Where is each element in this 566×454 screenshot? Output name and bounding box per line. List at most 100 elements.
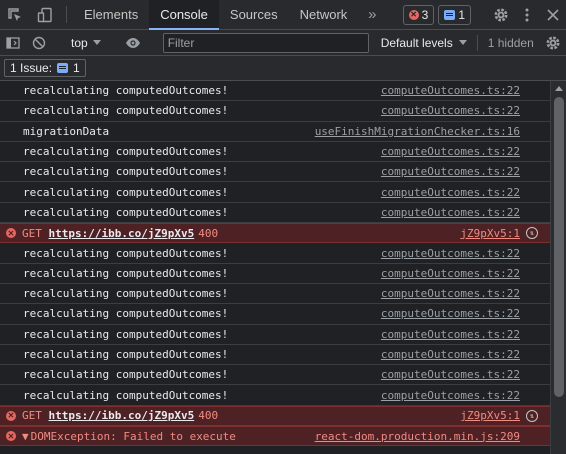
log-message: recalculating computedOutcomes! [23,185,229,199]
error-count: 3 [421,7,429,22]
devtools-tabbar: Elements Console Sources Network » ✕ 3 1 [0,0,566,30]
log-row[interactable]: recalculating computedOutcomes! computeOu… [0,345,550,366]
error-row[interactable]: ✕ ▼ DOMException: Failed to execute react-d… [0,426,550,447]
source-link[interactable]: computeOutcomes.ts:22 [381,84,520,97]
filter-input[interactable]: Filter [162,32,369,53]
source-link[interactable]: computeOutcomes.ts:22 [381,307,520,320]
more-tabs-chevron-icon[interactable]: » [358,0,386,29]
close-icon[interactable] [540,0,566,30]
error-row[interactable]: ✕ GET https://ibb.co/jZ9pXv5 400 jZ9pXv5:1 ⇅ [0,223,550,244]
network-icon[interactable]: ⇅ [526,409,538,422]
tab-sources[interactable]: Sources [219,0,289,29]
log-row[interactable]: recalculating computedOutcomes! computeOu… [0,162,550,183]
log-message: migrationData [23,124,110,138]
issues-label: 1 Issue: [10,61,53,75]
log-scrollbar[interactable] [550,81,566,454]
chevron-down-icon [92,40,101,45]
tabbar-right: ✕ 3 1 [402,0,566,30]
scrollbar-thumb[interactable] [554,97,564,397]
issues-count: 1 [73,61,80,75]
source-link[interactable]: computeOutcomes.ts:22 [381,368,520,381]
network-icon[interactable]: ⇅ [526,227,538,240]
request-url-link[interactable]: https://ibb.co/jZ9pXv5 [49,409,195,422]
log-row[interactable]: recalculating computedOutcomes! computeOu… [0,284,550,305]
log-message: recalculating computedOutcomes! [23,145,229,159]
device-toggle-icon[interactable] [30,0,60,29]
error-row[interactable]: ✕ GET https://ibb.co/jZ9pXv5 400 jZ9pXv5:1 ⇅ [0,405,550,427]
source-link[interactable]: computeOutcomes.ts:22 [381,328,520,341]
log-row[interactable]: recalculating computedOutcomes! computeOu… [0,81,550,102]
source-link[interactable]: react-dom.production.min.js:209 [315,430,520,443]
info-icon [57,63,69,73]
request-method: GET [22,226,42,240]
source-link[interactable]: useFinishMigrationChecker.ts:16 [315,125,520,138]
tabbar-separator [66,6,67,23]
source-link[interactable]: computeOutcomes.ts:22 [381,104,520,117]
context-label: top [71,35,88,50]
hidden-messages-count: 1 hidden [487,35,534,50]
log-message: recalculating computedOutcomes! [23,287,229,301]
log-row[interactable]: recalculating computedOutcomes! computeOu… [0,182,550,203]
sidebar-icon[interactable] [0,30,26,56]
expand-triangle-icon[interactable]: ▼ [22,430,29,443]
source-link[interactable]: computeOutcomes.ts:22 [381,247,520,260]
log-levels-dropdown[interactable]: Default levels [377,36,471,50]
log-row[interactable]: recalculating computedOutcomes! computeOu… [0,243,550,264]
tab-network[interactable]: Network [289,0,359,29]
log-row[interactable]: recalculating computedOutcomes! computeOu… [0,365,550,386]
issues-button[interactable]: 1 Issue: 1 [4,59,86,77]
source-link[interactable]: computeOutcomes.ts:22 [381,145,520,158]
kebab-menu-icon[interactable] [514,0,540,30]
source-link[interactable]: computeOutcomes.ts:22 [381,348,520,361]
log-row[interactable]: recalculating computedOutcomes! computeOu… [0,142,550,163]
source-link[interactable]: jZ9pXv5:1 [460,409,520,422]
source-link[interactable]: computeOutcomes.ts:22 [381,165,520,178]
context-selector[interactable]: top [65,36,107,50]
gear-icon[interactable] [540,30,566,56]
log-row[interactable]: recalculating computedOutcomes! computeOu… [0,304,550,325]
log-message: recalculating computedOutcomes! [23,348,229,361]
log-row[interactable]: migrationData useFinishMigrationChecker.t… [0,122,550,142]
request-url-link[interactable]: https://ibb.co/jZ9pXv5 [49,227,195,240]
log-message: recalculating computedOutcomes! [23,84,229,98]
info-icon [444,9,456,20]
chevron-down-icon [458,40,467,45]
source-link[interactable]: jZ9pXv5:1 [460,227,520,240]
log-row[interactable]: recalculating computedOutcomes! computeOu… [0,101,550,122]
message-count-badge[interactable]: 1 [438,4,471,25]
eye-icon[interactable] [120,30,146,56]
error-count-badge[interactable]: ✕ 3 [402,4,435,25]
log-message: recalculating computedOutcomes! [23,368,229,382]
error-icon: ✕ [408,9,419,20]
log-message: recalculating computedOutcomes! [23,104,229,118]
tab-console[interactable]: Console [149,0,219,30]
issues-bar: 1 Issue: 1 [0,56,566,81]
inspect-icon[interactable] [0,0,30,29]
log-message: recalculating computedOutcomes! [23,165,229,179]
error-message: ▼ DOMException: Failed to execute [22,430,315,443]
request-method: GET [22,409,42,423]
console-log: recalculating computedOutcomes! computeOu… [0,81,550,454]
scroll-up-icon[interactable] [551,81,566,95]
source-link[interactable]: computeOutcomes.ts:22 [381,389,520,402]
exception-text: DOMException: Failed to execute [30,429,236,443]
log-message: recalculating computedOutcomes! [23,307,229,321]
log-message: recalculating computedOutcomes! [23,205,229,219]
status-code: 400 [198,226,219,240]
console-toolbar: top Filter Default levels 1 hidden [0,30,566,56]
log-levels-label: Default levels [380,35,453,50]
log-row[interactable]: recalculating computedOutcomes! computeOu… [0,203,550,224]
log-row[interactable]: recalculating computedOutcomes! computeOu… [0,264,550,284]
log-message: recalculating computedOutcomes! [23,266,229,280]
source-link[interactable]: computeOutcomes.ts:22 [381,186,520,199]
clear-console-icon[interactable] [26,30,52,56]
source-link[interactable]: computeOutcomes.ts:22 [381,287,520,300]
source-link[interactable]: computeOutcomes.ts:22 [381,267,520,280]
log-message: recalculating computedOutcomes! [23,327,229,341]
log-row[interactable]: recalculating computedOutcomes! computeOu… [0,325,550,345]
tab-elements[interactable]: Elements [73,0,149,29]
status-code: 400 [198,409,219,423]
source-link[interactable]: computeOutcomes.ts:22 [381,206,520,219]
log-row[interactable]: recalculating computedOutcomes! computeOu… [0,385,550,406]
gear-icon[interactable] [488,0,514,30]
